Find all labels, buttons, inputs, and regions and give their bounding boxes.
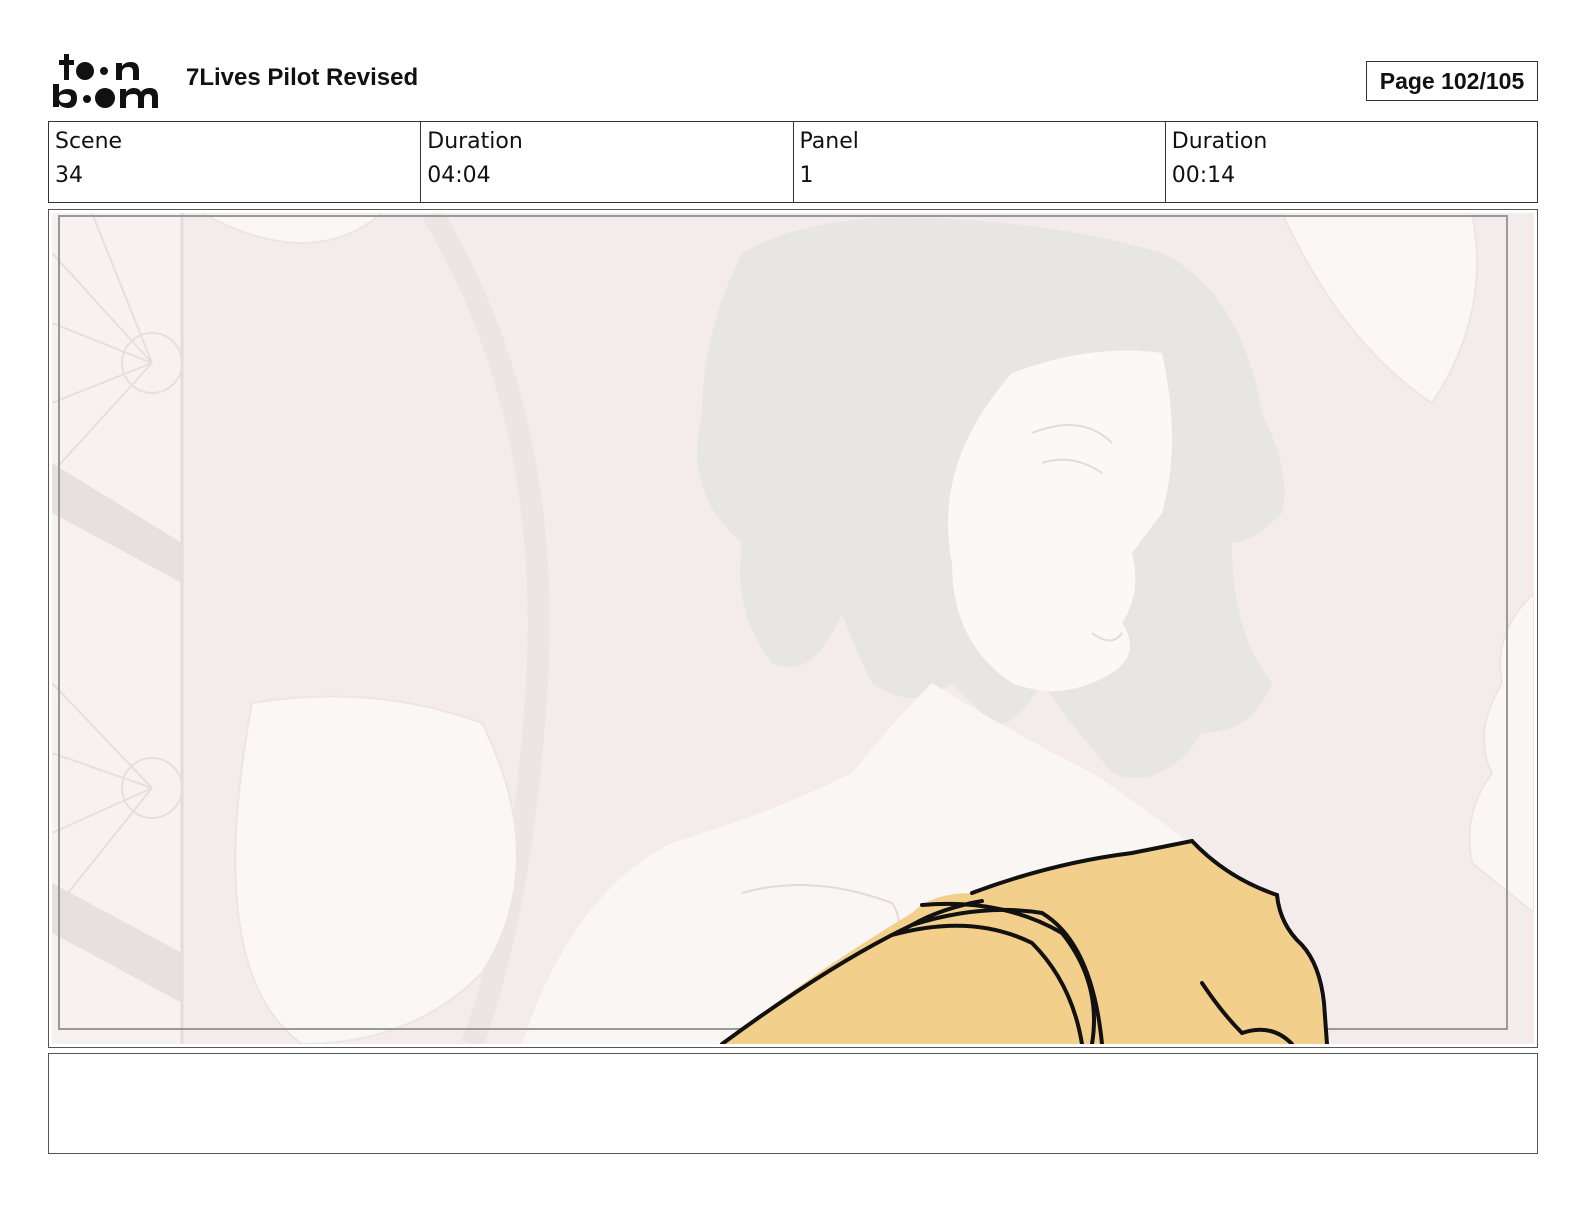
panel-label: Panel — [799, 129, 859, 154]
scene-value: 34 — [55, 163, 83, 188]
scene-duration-cell: Duration 04:04 — [420, 122, 792, 202]
scene-duration-label: Duration — [427, 129, 523, 154]
panel-cell: Panel 1 — [792, 122, 1165, 202]
panel-notes-box[interactable] — [48, 1053, 1538, 1154]
storyboard-panel — [48, 209, 1538, 1048]
document-title: 7Lives Pilot Revised — [186, 64, 419, 91]
panel-value: 1 — [799, 163, 814, 188]
scene-label: Scene — [55, 129, 123, 154]
panel-duration-cell: Duration 00:14 — [1164, 122, 1537, 202]
scene-duration-value: 04:04 — [427, 163, 491, 188]
toon-boom-logo — [53, 54, 158, 108]
page-indicator: Page 102/105 — [1366, 61, 1538, 101]
panel-duration-label: Duration — [1171, 129, 1268, 154]
scene-info-table: Scene 34 Duration 04:04 Panel 1 Duration… — [48, 121, 1538, 203]
scene-cell: Scene 34 — [49, 122, 420, 202]
panel-duration-value: 00:14 — [1171, 163, 1236, 188]
panel-artwork — [52, 213, 1534, 1044]
